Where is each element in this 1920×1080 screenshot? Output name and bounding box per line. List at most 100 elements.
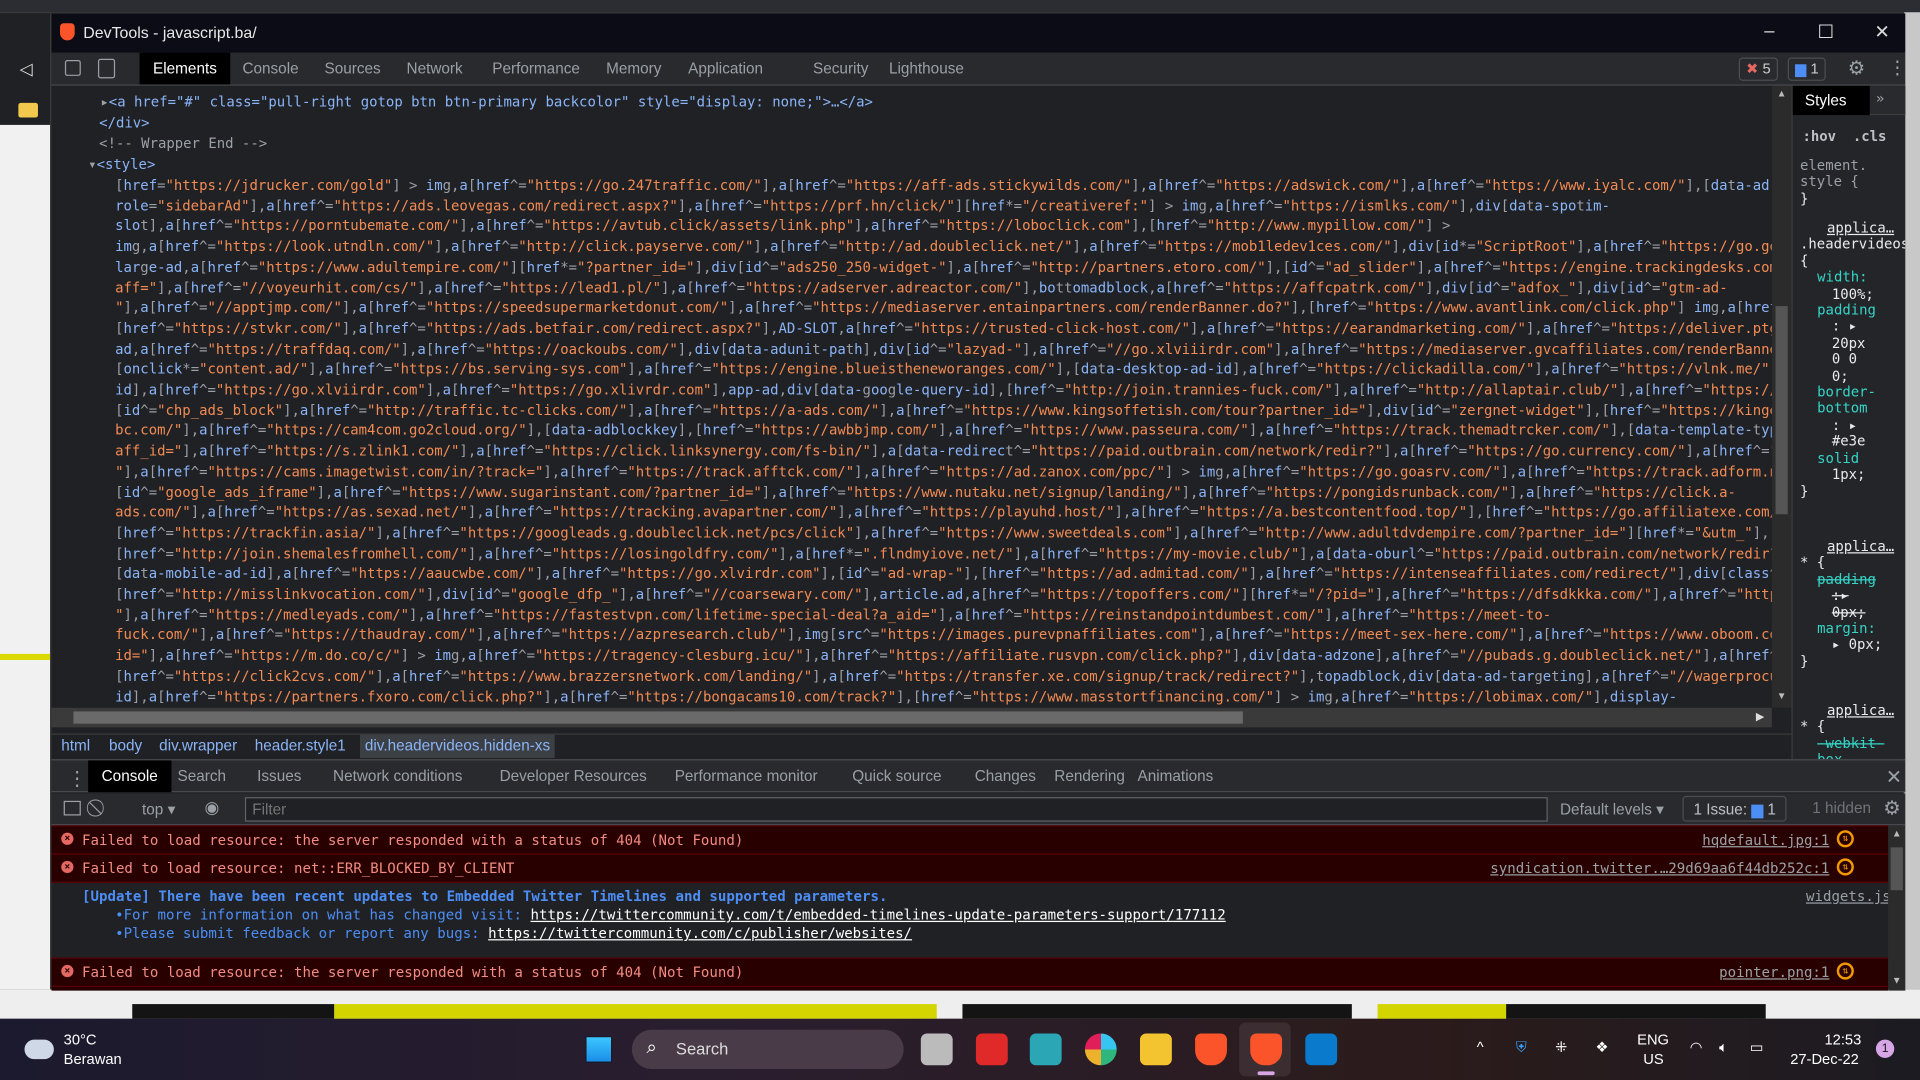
- notification-badge[interactable]: 1: [1875, 1039, 1895, 1058]
- css-rule-line[interactable]: ads.com/"],a[href^="https://as.sexad.net…: [115, 502, 1772, 522]
- battery-icon[interactable]: ▭: [1750, 1038, 1764, 1055]
- tab-memory[interactable]: Memory: [593, 53, 675, 85]
- brave-devtools-icon[interactable]: [1250, 1033, 1283, 1066]
- rule-headervideos-declaration[interactable]: border-: [1800, 383, 1905, 401]
- breadcrumb-item[interactable]: header.style1: [255, 737, 346, 754]
- dom-node-div-close[interactable]: </div>: [99, 113, 149, 133]
- rule-headervideos-declaration[interactable]: 1px;: [1800, 466, 1905, 483]
- breadcrumb-item[interactable]: div.headervideos.hidden-xs: [360, 734, 556, 758]
- tab-application[interactable]: Application: [675, 53, 777, 85]
- style-rule-universal[interactable]: applica… * {padding:▸ 0px; margin: ▸ 0px;}: [1800, 538, 1905, 670]
- device-toolbar-icon[interactable]: [97, 58, 116, 79]
- tab-sources[interactable]: Sources: [311, 53, 394, 85]
- slack-icon[interactable]: [1084, 1033, 1117, 1066]
- css-rule-line[interactable]: slot],a[href^="https://porntubemate.com/…: [115, 216, 1450, 236]
- css-rule-line[interactable]: bc.com/"],a[href^="https://cam4com.go2cl…: [115, 420, 1772, 440]
- info-link[interactable]: https://twittercommunity.com/t/embedded-…: [531, 906, 1226, 923]
- drawer-tab-quick-source[interactable]: Quick source: [839, 760, 955, 792]
- css-rule-line[interactable]: [id^="chp_ads_block"],a[href^="http://tr…: [115, 400, 1772, 420]
- style-rule-universal-2[interactable]: applica…* {-webkit-box-: [1800, 702, 1905, 759]
- class-toggle[interactable]: .cls: [1853, 127, 1887, 144]
- message-source-link[interactable]: widgets.js:1: [1806, 888, 1888, 905]
- rule-headervideos-declaration[interactable]: 0 0: [1800, 351, 1905, 368]
- context-selector[interactable]: top ▾: [142, 800, 175, 818]
- css-rule-line[interactable]: "],a[href^="https://cams.imagetwist.com/…: [115, 461, 1772, 481]
- style-rule-headervideos[interactable]: applica… .headervideos {width: 100%; paddin…: [1800, 219, 1905, 499]
- drawer-tab-changes[interactable]: Changes: [961, 760, 1049, 792]
- drawer-menu-icon[interactable]: ⋮: [67, 767, 87, 791]
- weather-desc[interactable]: Berawan: [64, 1051, 122, 1068]
- css-rule-line[interactable]: aff="],a[href^="//voyeurhit.com/cs/"],a[…: [115, 277, 1728, 297]
- rule-headervideos-declaration[interactable]: solid: [1800, 449, 1905, 466]
- breadcrumb-item[interactable]: html: [61, 737, 90, 754]
- folder-icon[interactable]: [18, 102, 38, 118]
- css-rule-line[interactable]: ad,a[href^="https://traffdaq.com/"],a[hr…: [115, 339, 1772, 359]
- css-rule-line[interactable]: role="sidebarAd"],a[href^="https://ads.l…: [115, 196, 1610, 216]
- drawer-tab-search[interactable]: Search: [164, 760, 239, 792]
- network-request-icon[interactable]: ⇅: [1836, 962, 1854, 980]
- tab-lighthouse[interactable]: Lighthouse: [876, 53, 978, 85]
- drawer-tab-performance-monitor[interactable]: Performance monitor: [661, 760, 831, 792]
- rule-headervideos-declaration[interactable]: 20px: [1800, 334, 1905, 351]
- rule-headervideos-declaration[interactable]: #e3e: [1800, 433, 1905, 450]
- network-request-icon[interactable]: ⇅: [1836, 830, 1854, 848]
- rule-universal-declaration[interactable]: ▸ 0px;: [1800, 636, 1905, 653]
- css-rule-line[interactable]: [href^="http://misslinkvocation.com/"],d…: [115, 584, 1772, 604]
- settings-gear-icon[interactable]: ⚙: [1848, 56, 1866, 80]
- dom-tree-horizontal-scrollbar[interactable]: ▶: [51, 707, 1772, 728]
- message-source-link[interactable]: pointer.png:1: [1719, 964, 1829, 981]
- info-link[interactable]: https://twittercommunity.com/c/publisher…: [488, 924, 912, 941]
- show-hidden-icons-chevron-icon[interactable]: ^: [1477, 1038, 1484, 1055]
- rule-universal-declaration[interactable]: :▸: [1800, 587, 1905, 604]
- elements-dom-tree[interactable]: ▸<a href="#" class="pull-right gotop btn…: [51, 85, 1772, 708]
- collapse-arrow-icon[interactable]: ▾: [88, 156, 96, 173]
- issues-button[interactable]: 1 Issue: ▆ 1: [1682, 795, 1787, 822]
- css-rule-line[interactable]: id],a[href^="https://partners.fxoro.com/…: [115, 686, 1677, 706]
- drawer-tab-console[interactable]: Console: [88, 760, 172, 793]
- pin-app-icon[interactable]: [975, 1033, 1008, 1066]
- rule-universal-source[interactable]: applica…: [1800, 538, 1905, 555]
- close-button[interactable]: ✕: [1854, 21, 1910, 43]
- css-rule-line[interactable]: "],a[href^="https://medleyads.com/"],a[h…: [115, 605, 1551, 625]
- dom-tree-vertical-scrollbar[interactable]: ▲ ▼: [1771, 85, 1792, 708]
- css-rule-line[interactable]: id],a[href^="https://go.xlviirdr.com"],a…: [115, 380, 1772, 400]
- maximize-button[interactable]: ☐: [1798, 21, 1854, 43]
- dom-node-style[interactable]: ▾<style>: [88, 154, 155, 174]
- message-source-link[interactable]: syndication.twitter.…29d69aa6f44db252c:1: [1490, 860, 1829, 877]
- console-settings-gear-icon[interactable]: ⚙: [1883, 796, 1901, 820]
- expand-arrow-icon[interactable]: ▸: [100, 93, 108, 110]
- css-rule-line[interactable]: large-ad,a[href^="https://www.adultempir…: [115, 257, 1772, 277]
- message-count-badge[interactable]: ▆ 1: [1787, 57, 1827, 81]
- sidebar-toggle-icon[interactable]: [63, 800, 81, 816]
- back-icon[interactable]: ◁: [20, 59, 33, 80]
- css-rule-line[interactable]: [id^="google_ads_iframe"],a[href^="https…: [115, 482, 1736, 502]
- rule-headervideos-source[interactable]: applica…: [1800, 219, 1905, 236]
- tab-console[interactable]: Console: [229, 53, 312, 85]
- security-shield-icon[interactable]: ⛨: [1516, 1038, 1527, 1056]
- rule-headervideos-declaration[interactable]: : ▸: [1800, 318, 1905, 335]
- tab-network[interactable]: Network: [393, 53, 476, 85]
- region-indicator[interactable]: US: [1643, 1051, 1663, 1068]
- rule-headervideos-declaration[interactable]: padding: [1800, 301, 1905, 318]
- rule-headervideos-declaration[interactable]: bottom: [1800, 400, 1905, 417]
- css-rule-line[interactable]: "],a[href^="//apptjmp.com/"],a[href^="ht…: [115, 298, 1772, 318]
- drawer-tab-network-conditions[interactable]: Network conditions: [320, 760, 476, 792]
- rule-headervideos-declaration[interactable]: 100%;: [1800, 285, 1905, 302]
- styles-tab[interactable]: Styles: [1792, 85, 1870, 116]
- css-rule-line[interactable]: [data-mobile-ad-id],a[href^="https://aau…: [115, 564, 1772, 584]
- rule-headervideos-declaration[interactable]: }: [1800, 482, 1905, 499]
- wifi-icon[interactable]: ◠: [1690, 1038, 1703, 1055]
- close-drawer-icon[interactable]: ✕: [1886, 765, 1902, 789]
- weather-temp[interactable]: 30°C: [64, 1031, 97, 1048]
- css-rule-line[interactable]: [href^="https://stvkr.com/"],a[href^="ht…: [115, 318, 1772, 338]
- tab-elements[interactable]: Elements: [139, 52, 231, 85]
- message-source-link[interactable]: hqdefault.jpg:1: [1702, 831, 1829, 848]
- rule-headervideos-declaration[interactable]: : ▸: [1800, 416, 1905, 433]
- drawer-tab-developer-resources[interactable]: Developer Resources: [486, 760, 660, 792]
- clock-date[interactable]: 27-Dec-22: [1790, 1051, 1859, 1068]
- task-view-icon[interactable]: [920, 1033, 953, 1066]
- windows-start-icon[interactable]: [585, 1035, 613, 1063]
- breadcrumb-item[interactable]: div.wrapper: [159, 737, 237, 754]
- network-request-icon[interactable]: ⇅: [1836, 858, 1854, 876]
- css-rule-line[interactable]: [href="https://jdrucker.com/gold"] > img…: [115, 175, 1772, 195]
